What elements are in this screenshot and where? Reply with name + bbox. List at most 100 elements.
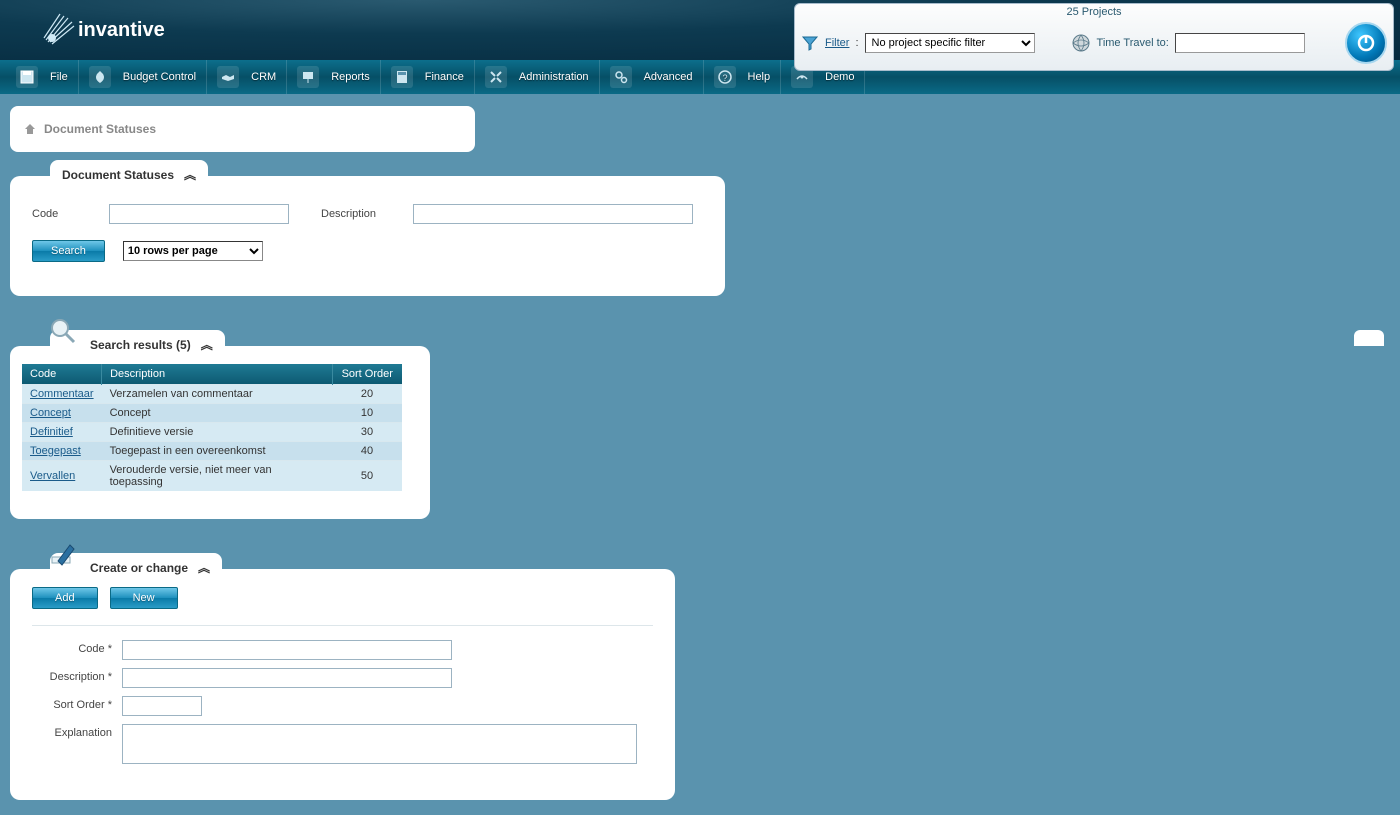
description-input[interactable] <box>413 204 693 224</box>
form-sort-input[interactable] <box>122 696 202 716</box>
form-explanation-label: Explanation <box>32 724 122 739</box>
form-explanation-input[interactable] <box>122 724 637 764</box>
row-sort: 30 <box>332 423 402 442</box>
menu-budget-control[interactable]: Budget Control <box>79 60 207 94</box>
results-side-tab[interactable] <box>1354 330 1384 346</box>
menu-crm-label: CRM <box>251 71 276 83</box>
results-panel: Code Description Sort Order Commentaar V… <box>10 346 430 519</box>
rows-per-page-select[interactable]: 10 rows per page <box>123 241 263 261</box>
col-description[interactable]: Description <box>102 364 332 385</box>
menu-administration[interactable]: Administration <box>475 60 600 94</box>
collapse-icon[interactable]: ︽ <box>198 559 210 576</box>
menu-advanced[interactable]: Advanced <box>600 60 704 94</box>
search-panel-tab[interactable]: Document Statuses ︽ <box>50 160 208 187</box>
form-code-input[interactable] <box>122 640 452 660</box>
search-panel: Code Description Search 10 rows per page <box>10 176 725 296</box>
top-header: invantive 25 Projects Filter : No projec… <box>0 0 1400 60</box>
collapse-icon[interactable]: ︽ <box>184 166 196 183</box>
menu-reports[interactable]: Reports <box>287 60 381 94</box>
logo-text: invantive <box>78 19 165 42</box>
menu-crm[interactable]: CRM <box>207 60 287 94</box>
row-description: Verzamelen van commentaar <box>102 385 332 404</box>
row-sort: 40 <box>332 442 402 461</box>
filter-icon <box>801 34 819 52</box>
breadcrumb-title: Document Statuses <box>44 122 156 136</box>
results-panel-wrapper: Search results (5) ︽ Code Description So… <box>10 346 1400 519</box>
new-button[interactable]: New <box>110 587 178 609</box>
search-panel-title: Document Statuses <box>62 168 174 182</box>
disk-icon <box>16 66 38 88</box>
row-code-link[interactable]: Toegepast <box>22 442 102 461</box>
breadcrumb: Document Statuses <box>10 106 475 152</box>
magnifier-icon <box>48 316 78 346</box>
description-label: Description <box>321 208 391 220</box>
collapse-icon[interactable]: ︽ <box>201 336 213 353</box>
menu-finance[interactable]: Finance <box>381 60 475 94</box>
search-button[interactable]: Search <box>32 240 105 262</box>
row-description: Toegepast in een overeenkomst <box>102 442 332 461</box>
row-description: Verouderde versie, niet meer van toepass… <box>102 461 332 492</box>
projects-count: 25 Projects <box>801 6 1387 20</box>
add-button[interactable]: Add <box>32 587 98 609</box>
filter-link[interactable]: Filter <box>825 37 849 49</box>
handshake-icon <box>217 66 239 88</box>
row-code-link[interactable]: Commentaar <box>22 385 102 404</box>
form-sort-label: Sort Order * <box>32 696 122 711</box>
form-divider <box>32 625 653 626</box>
tools-icon <box>485 66 507 88</box>
row-description: Definitieve versie <box>102 423 332 442</box>
search-panel-wrapper: Document Statuses ︽ Code Description Sea… <box>10 176 1400 296</box>
app-logo: invantive <box>40 10 165 50</box>
moneybag-icon <box>89 66 111 88</box>
calculator-icon <box>391 66 413 88</box>
logo-burst-icon <box>40 10 80 50</box>
menu-file-label: File <box>50 71 68 83</box>
filter-select[interactable]: No project specific filter <box>865 33 1035 53</box>
menu-finance-label: Finance <box>425 71 464 83</box>
row-code-link[interactable]: Concept <box>22 404 102 423</box>
create-panel-tab[interactable]: Create or change ︽ <box>50 553 222 580</box>
results-panel-tab[interactable]: Search results (5) ︽ <box>50 330 225 357</box>
menu-advanced-label: Advanced <box>644 71 693 83</box>
menu-demo-label: Demo <box>825 71 854 83</box>
globe-icon <box>1071 33 1091 53</box>
table-row: Commentaar Verzamelen van commentaar 20 <box>22 385 402 404</box>
presentation-icon <box>297 66 319 88</box>
row-code-link[interactable]: Vervallen <box>22 461 102 492</box>
home-icon[interactable] <box>24 123 36 135</box>
form-description-input[interactable] <box>122 668 452 688</box>
gears-icon <box>610 66 632 88</box>
menu-reports-label: Reports <box>331 71 370 83</box>
create-panel-title: Create or change <box>90 561 188 575</box>
code-label: Code <box>32 208 87 220</box>
filter-colon: : <box>855 37 858 49</box>
timetravel-input[interactable] <box>1175 33 1305 53</box>
timetravel-label: Time Travel to: <box>1097 37 1169 49</box>
svg-text:?: ? <box>722 73 727 83</box>
results-panel-title: Search results (5) <box>90 338 191 352</box>
col-code[interactable]: Code <box>22 364 102 385</box>
row-code-link[interactable]: Definitief <box>22 423 102 442</box>
menu-admin-label: Administration <box>519 71 589 83</box>
table-row: Concept Concept 10 <box>22 404 402 423</box>
row-sort: 20 <box>332 385 402 404</box>
logout-button[interactable] <box>1345 22 1387 64</box>
form-code-label: Code * <box>32 640 122 655</box>
create-panel-wrapper: Create or change ︽ Add New Code * Descri… <box>10 569 1400 800</box>
menu-help-label: Help <box>748 71 771 83</box>
row-sort: 10 <box>332 404 402 423</box>
create-panel: Add New Code * Description * Sort Order … <box>10 569 675 800</box>
table-row: Toegepast Toegepast in een overeenkomst … <box>22 442 402 461</box>
results-table: Code Description Sort Order Commentaar V… <box>22 364 402 491</box>
form-description-label: Description * <box>32 668 122 683</box>
col-sort[interactable]: Sort Order <box>332 364 402 385</box>
table-row: Vervallen Verouderde versie, niet meer v… <box>22 461 402 492</box>
top-toolbar: 25 Projects Filter : No project specific… <box>794 3 1394 71</box>
code-input[interactable] <box>109 204 289 224</box>
menu-file[interactable]: File <box>6 60 79 94</box>
row-description: Concept <box>102 404 332 423</box>
pencil-icon <box>48 539 78 569</box>
menu-help[interactable]: ? Help <box>704 60 782 94</box>
row-sort: 50 <box>332 461 402 492</box>
menu-budget-label: Budget Control <box>123 71 196 83</box>
